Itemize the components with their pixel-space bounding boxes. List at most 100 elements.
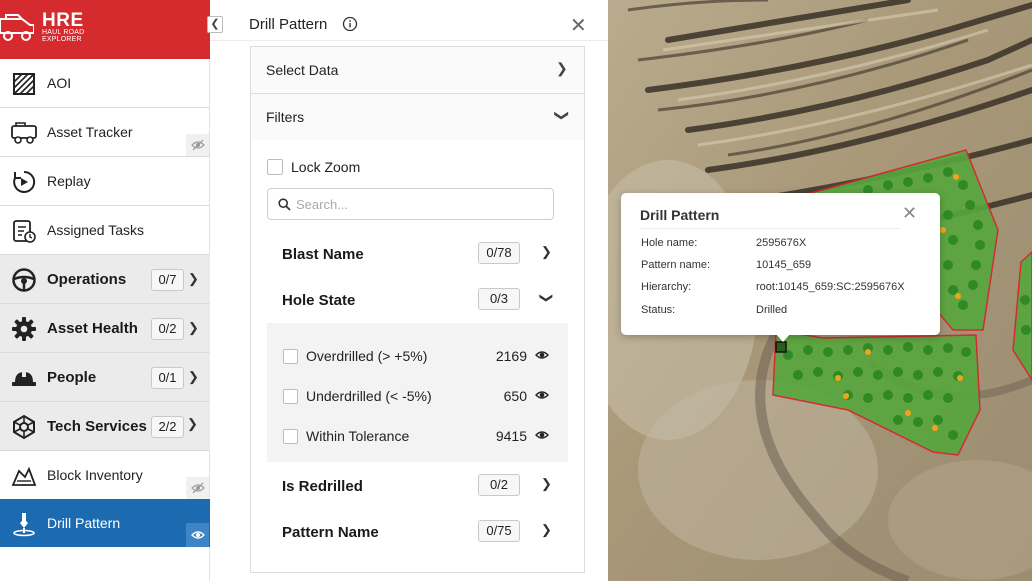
pattern-name-value: 10145_659 bbox=[756, 259, 812, 271]
sidebar-item-aoi[interactable]: AOI bbox=[0, 59, 210, 108]
sidebar-item-label: Asset Tracker bbox=[47, 124, 133, 140]
sidebar-group-people[interactable]: People 0/1 ❯ bbox=[0, 353, 210, 402]
hole-state-options: Overdrilled (> +5%) 2169 Underdrilled (<… bbox=[267, 323, 568, 462]
search-input[interactable] bbox=[267, 188, 554, 220]
collapse-sidebar-button[interactable]: ❮ bbox=[207, 16, 223, 33]
filter-count-badge: 0/78 bbox=[478, 242, 520, 264]
app-logo[interactable]: HRE HAUL ROAD EXPLORER bbox=[0, 0, 210, 59]
option-count: 650 bbox=[503, 388, 527, 404]
status-key: Status: bbox=[641, 304, 676, 316]
drill-pattern-panel: Drill Pattern ✕ Select Data ❯ Filters ❯ … bbox=[210, 0, 608, 581]
sidebar-item-block-inventory[interactable]: Block Inventory bbox=[0, 451, 210, 500]
sidebar-item-label: People bbox=[47, 368, 97, 386]
popup-divider bbox=[640, 228, 900, 229]
chevron-right-icon: ❯ bbox=[541, 476, 552, 491]
filters-body: Lock Zoom Blast Name 0/78 ❯ Hole State 0… bbox=[250, 140, 585, 573]
sidebar-group-operations[interactable]: Operations 0/7 ❯ bbox=[0, 255, 210, 304]
option-checkbox[interactable] bbox=[283, 428, 298, 444]
haul-truck-icon bbox=[0, 14, 34, 41]
filter-blast-name[interactable]: Blast Name 0/78 ❯ bbox=[282, 242, 552, 266]
selection-count-badge: 0/1 bbox=[151, 367, 184, 389]
filters-section-header[interactable]: Filters ❯ bbox=[250, 93, 585, 141]
filter-label: Hole State bbox=[282, 291, 356, 309]
chevron-down-icon[interactable]: ❯ bbox=[187, 416, 198, 432]
hole-state-option[interactable]: Overdrilled (> +5%) 2169 bbox=[283, 346, 553, 366]
sidebar-item-label: Tech Services bbox=[47, 417, 147, 435]
hierarchy-value: root:10145_659:SC:2595676X bbox=[756, 281, 905, 293]
hole-name-key: Hole name: bbox=[641, 237, 698, 249]
sidebar-group-tech-services[interactable]: Tech Services 2/2 ❯ bbox=[0, 402, 210, 451]
eye-off-icon bbox=[190, 482, 205, 494]
filters-label: Filters bbox=[266, 109, 305, 125]
sidebar-item-label: Assigned Tasks bbox=[47, 222, 145, 238]
lock-zoom-checkbox[interactable] bbox=[267, 159, 283, 175]
chevron-right-icon[interactable]: ❯ bbox=[188, 320, 199, 336]
visibility-toggle[interactable] bbox=[186, 523, 209, 547]
sidebar-group-asset-health[interactable]: Asset Health 0/2 ❯ bbox=[0, 304, 210, 353]
truck-icon bbox=[11, 122, 37, 144]
sidebar-item-assigned-tasks[interactable]: Assigned Tasks bbox=[0, 206, 210, 255]
sidebar-item-label: AOI bbox=[47, 75, 72, 91]
sidebar-item-drill-pattern[interactable]: Drill Pattern bbox=[0, 499, 210, 547]
eye-icon[interactable] bbox=[535, 389, 549, 401]
selection-count-badge: 0/2 bbox=[151, 318, 184, 340]
filter-count-badge: 0/2 bbox=[478, 474, 520, 496]
status-value: Drilled bbox=[756, 304, 788, 316]
eye-icon[interactable] bbox=[535, 429, 549, 441]
sidebar-item-label: Operations bbox=[47, 270, 127, 288]
filter-label: Is Redrilled bbox=[282, 477, 363, 495]
close-icon[interactable]: ✕ bbox=[902, 203, 917, 224]
eye-off-icon bbox=[190, 139, 205, 151]
hole-state-option[interactable]: Underdrilled (< -5%) 650 bbox=[283, 386, 553, 406]
sidebar-item-label: Replay bbox=[47, 173, 91, 189]
option-label: Overdrilled (> +5%) bbox=[306, 348, 428, 364]
hole-info-popup: Drill Pattern ✕ Hole name: 2595676X Patt… bbox=[621, 193, 940, 335]
chevron-down-icon: ❯ bbox=[554, 109, 571, 122]
hierarchy-key: Hierarchy: bbox=[641, 281, 692, 293]
hole-state-option[interactable]: Within Tolerance 9415 bbox=[283, 426, 553, 446]
option-checkbox[interactable] bbox=[283, 348, 298, 364]
sidebar-item-asset-tracker[interactable]: Asset Tracker bbox=[0, 108, 210, 157]
filter-hole-state[interactable]: Hole State 0/3 ❯ bbox=[282, 288, 554, 312]
option-checkbox[interactable] bbox=[283, 388, 298, 404]
pattern-name-key: Pattern name: bbox=[641, 259, 711, 271]
sidebar-item-label: Asset Health bbox=[47, 319, 138, 337]
search-icon bbox=[278, 198, 291, 211]
sidebar-item-replay[interactable]: Replay bbox=[0, 157, 210, 206]
replay-icon bbox=[13, 170, 36, 193]
info-icon[interactable] bbox=[342, 16, 358, 32]
select-data-section[interactable]: Select Data ❯ bbox=[250, 46, 585, 94]
option-count: 9415 bbox=[495, 428, 527, 444]
filter-is-redrilled[interactable]: Is Redrilled 0/2 ❯ bbox=[282, 474, 552, 498]
panel-title: Drill Pattern bbox=[249, 16, 328, 33]
selection-count-badge: 0/7 bbox=[151, 269, 184, 291]
clipboard-icon bbox=[13, 220, 36, 243]
visibility-toggle[interactable] bbox=[186, 477, 209, 499]
chevron-right-icon[interactable]: ❯ bbox=[188, 271, 199, 287]
tech-services-icon bbox=[13, 414, 35, 440]
popup-pointer bbox=[776, 334, 790, 342]
close-icon[interactable]: ✕ bbox=[570, 13, 587, 38]
filter-count-badge: 0/75 bbox=[478, 520, 520, 542]
eye-icon[interactable] bbox=[535, 349, 549, 361]
chevron-right-icon[interactable]: ❯ bbox=[188, 369, 199, 385]
block-inventory-icon bbox=[11, 466, 37, 486]
eye-icon bbox=[190, 531, 205, 539]
sidebar: HRE HAUL ROAD EXPLORER AOI Asset Tracker bbox=[0, 0, 210, 581]
chevron-right-icon: ❯ bbox=[541, 244, 552, 259]
selection-count-badge: 2/2 bbox=[151, 416, 184, 438]
header-divider bbox=[210, 40, 608, 41]
hard-hat-icon bbox=[12, 370, 36, 386]
filter-label: Blast Name bbox=[282, 245, 364, 263]
drill-icon bbox=[13, 513, 35, 537]
filter-pattern-name[interactable]: Pattern Name 0/75 ❯ bbox=[282, 520, 552, 544]
option-label: Within Tolerance bbox=[306, 428, 410, 444]
lock-zoom-option[interactable]: Lock Zoom bbox=[267, 159, 360, 175]
lock-zoom-label: Lock Zoom bbox=[291, 159, 361, 175]
selected-hole-marker[interactable] bbox=[775, 341, 787, 353]
option-label: Underdrilled (< -5%) bbox=[306, 388, 432, 404]
brand-subtitle: HAUL ROAD EXPLORER bbox=[42, 29, 85, 43]
select-data-label: Select Data bbox=[266, 62, 339, 78]
aoi-hatch-icon bbox=[13, 73, 35, 95]
visibility-toggle[interactable] bbox=[186, 134, 209, 156]
